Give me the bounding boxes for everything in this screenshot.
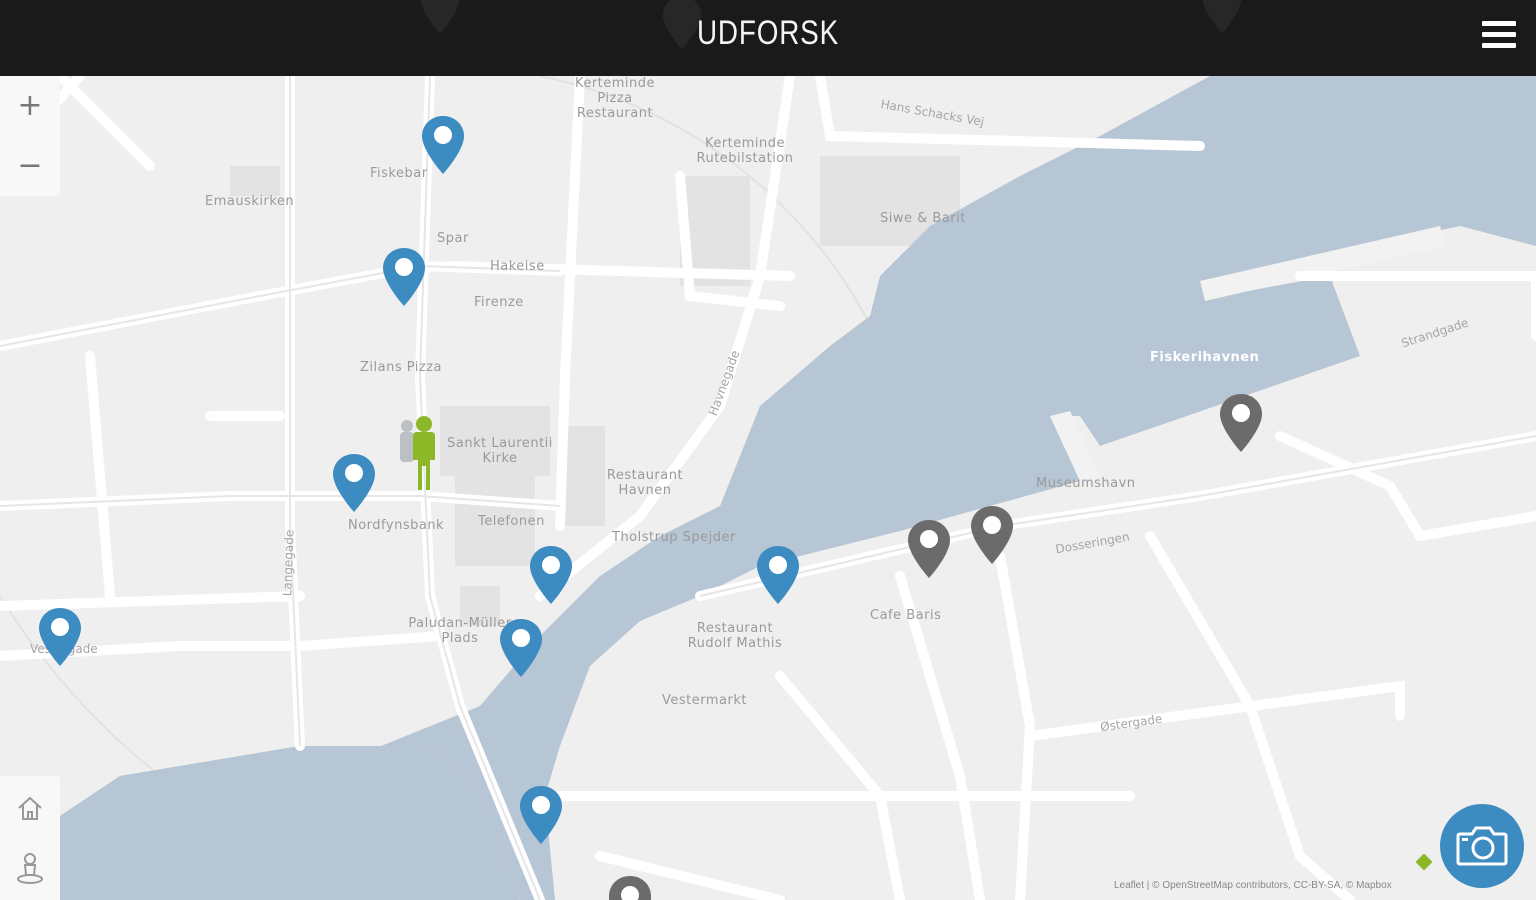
gray-location-marker[interactable] <box>968 504 1016 566</box>
place-label: Vestermarkt <box>662 693 747 708</box>
camera-icon <box>1456 826 1508 866</box>
blue-location-marker[interactable] <box>419 114 467 176</box>
blue-location-marker[interactable] <box>330 452 378 514</box>
home-icon[interactable] <box>0 778 60 844</box>
blue-location-marker[interactable] <box>380 246 428 308</box>
place-label: Siwe & Barit <box>880 211 966 226</box>
place-label: Cafe Baris <box>870 608 942 623</box>
zoom-in-button[interactable]: + <box>0 76 60 136</box>
blue-location-marker[interactable] <box>497 617 545 679</box>
user-location-icon <box>400 416 435 490</box>
place-label: Nordfynsbank <box>348 518 445 533</box>
place-label: Tholstrup Spejder <box>612 530 736 545</box>
place-label: Emauskirken <box>205 194 295 209</box>
hamburger-menu-icon[interactable] <box>1482 18 1516 58</box>
place-label: Restaurant Havnen <box>606 468 684 498</box>
place-label: Firenze <box>474 295 524 310</box>
blue-location-marker[interactable] <box>754 544 802 606</box>
gray-location-marker[interactable] <box>1217 392 1265 454</box>
place-label: Kerteminde Pizza Restaurant <box>574 76 656 121</box>
place-label: Kerteminde Rutebilstation <box>696 136 794 166</box>
person-locate-icon[interactable] <box>0 838 60 900</box>
map-attribution[interactable]: Leaflet | © OpenStreetMap contributors, … <box>1114 880 1392 891</box>
place-label: Restaurant Rudolf Mathis <box>687 621 783 651</box>
gray-location-marker[interactable] <box>606 874 654 900</box>
place-label: Fiskerihavnen <box>1150 350 1260 365</box>
place-label: Museumshavn <box>1036 476 1136 491</box>
top-bar: UDFORSK <box>0 0 1536 76</box>
map-view[interactable]: Fiskebar Emauskirken Spar Hakeise Firenz… <box>0 76 1536 900</box>
place-label: Hakeise <box>490 259 545 274</box>
place-label: Zilans Pizza <box>360 360 443 375</box>
zoom-out-button[interactable]: − <box>0 136 60 196</box>
app-title: UDFORSK <box>696 14 840 52</box>
place-label: Sankt Laurentii Kirke <box>447 436 553 466</box>
camera-button[interactable] <box>1440 804 1524 888</box>
place-label: Telefonen <box>478 514 545 529</box>
place-label: Spar <box>437 231 469 246</box>
blue-location-marker[interactable] <box>527 544 575 606</box>
blue-location-marker[interactable] <box>517 784 565 846</box>
street-label: Langegade <box>280 529 297 597</box>
gray-location-marker[interactable] <box>905 518 953 580</box>
blue-location-marker[interactable] <box>36 606 84 668</box>
